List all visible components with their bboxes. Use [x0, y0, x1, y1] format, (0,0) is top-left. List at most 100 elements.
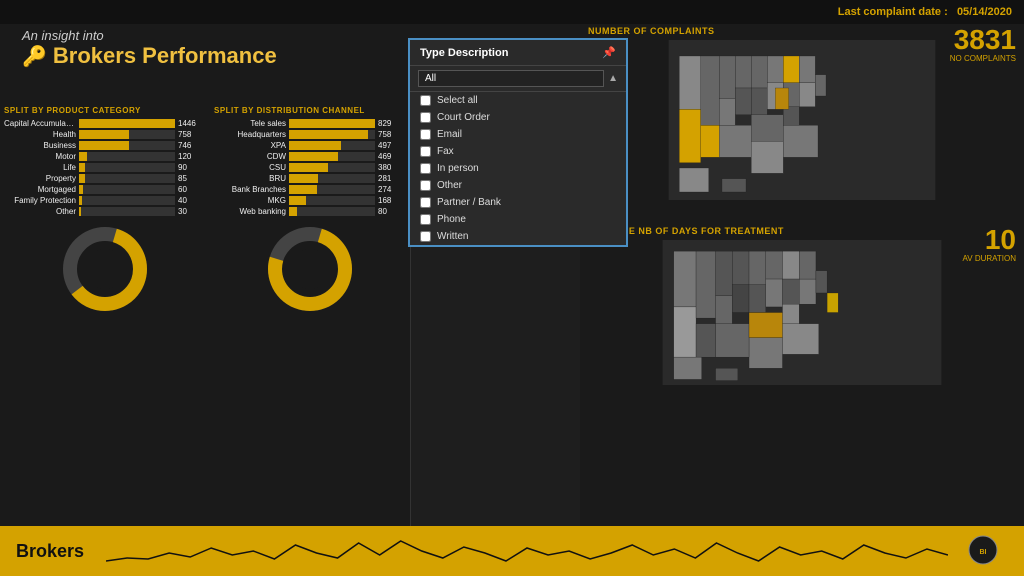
- dropdown-item-label: Select all: [437, 95, 478, 106]
- bottom-logo: BI: [958, 535, 1008, 567]
- dropdown-item[interactable]: Partner / Bank: [410, 194, 626, 211]
- complaints-label: NO COMPLAINTS: [950, 54, 1016, 63]
- dropdown-item[interactable]: Other: [410, 177, 626, 194]
- dropdown-search-row: ▲: [410, 66, 626, 92]
- dropdown-item-label: In person: [437, 163, 479, 174]
- dropdown-checkbox[interactable]: [420, 95, 431, 106]
- dist-bar-label: Web banking: [214, 207, 286, 216]
- dist-bar-fill: [289, 207, 297, 216]
- dropdown-item[interactable]: In person: [410, 160, 626, 177]
- dist-bar-fill: [289, 152, 338, 161]
- dropdown-checkbox[interactable]: [420, 231, 431, 242]
- pin-icon[interactable]: 📌: [602, 46, 616, 59]
- dropdown-item[interactable]: Phone: [410, 211, 626, 228]
- product-bar-row: Mortgaged 60: [4, 185, 206, 194]
- dropdown-item[interactable]: Select all: [410, 92, 626, 109]
- product-bar-fill: [79, 152, 87, 161]
- last-complaint-label: Last complaint date :: [838, 6, 948, 18]
- sparkline-chart: [106, 533, 948, 569]
- duration-map-title: AVERAGE NB OF DAYS FOR TREATMENT: [588, 226, 1016, 236]
- product-bar-value: 60: [178, 185, 206, 194]
- dist-bar-label: Tele sales: [214, 119, 286, 128]
- dropdown-item-label: Written: [437, 231, 469, 242]
- product-bar-row: Health 758: [4, 130, 206, 139]
- product-bar-value: 30: [178, 207, 206, 216]
- product-bar-track: [79, 174, 175, 183]
- product-bar-label: Mortgaged: [4, 185, 76, 194]
- product-bar-row: Motor 120: [4, 152, 206, 161]
- dropdown-checkbox[interactable]: [420, 146, 431, 157]
- product-bar-track: [79, 185, 175, 194]
- duration-number: 10: [963, 226, 1016, 254]
- right-donut-chart: [265, 224, 355, 314]
- dist-bar-fill: [289, 163, 328, 172]
- product-bar-track: [79, 152, 175, 161]
- complaints-stat: 3831 NO COMPLAINTS: [950, 26, 1016, 63]
- dropdown-checkbox[interactable]: [420, 197, 431, 208]
- product-bar-label: Health: [4, 130, 76, 139]
- product-bar-row: Other 30: [4, 207, 206, 216]
- product-bar-label: Family Protection: [4, 196, 76, 205]
- dist-bar-row: CDW 469: [214, 152, 406, 161]
- dist-bar-fill: [289, 141, 341, 150]
- dist-bar-value: 469: [378, 152, 406, 161]
- dropdown-item[interactable]: Fax: [410, 143, 626, 160]
- duration-stat: 10 AV DURATION: [963, 226, 1016, 263]
- dist-bar-track: [289, 141, 375, 150]
- dist-bar-track: [289, 207, 375, 216]
- dropdown-item-label: Other: [437, 180, 462, 191]
- dist-bar-fill: [289, 196, 306, 205]
- product-bar-track: [79, 196, 175, 205]
- dist-bar-value: 168: [378, 196, 406, 205]
- dropdown-item-label: Fax: [437, 146, 454, 157]
- product-bar-label: Other: [4, 207, 76, 216]
- dist-bar-row: MKG 168: [214, 196, 406, 205]
- dropdown-item[interactable]: Court Order: [410, 109, 626, 126]
- dist-bar-label: BRU: [214, 174, 286, 183]
- product-bar-track: [79, 130, 175, 139]
- complaints-number: 3831: [950, 26, 1016, 54]
- dropdown-checkbox[interactable]: [420, 112, 431, 123]
- dropdown-title: Type Description: [420, 47, 508, 59]
- product-bar-track: [79, 163, 175, 172]
- dist-bar-track: [289, 130, 375, 139]
- dropdown-item[interactable]: Written: [410, 228, 626, 245]
- dropdown-checkbox[interactable]: [420, 129, 431, 140]
- product-bar-row: Property 85: [4, 174, 206, 183]
- dropdown-item-label: Court Order: [437, 112, 490, 123]
- product-bar-value: 40: [178, 196, 206, 205]
- dist-bar-label: MKG: [214, 196, 286, 205]
- dropdown-checkbox[interactable]: [420, 214, 431, 225]
- dist-channel-title: SPLIT BY DISTRIBUTION CHANNEL: [214, 106, 406, 115]
- dropdown-item[interactable]: Email: [410, 126, 626, 143]
- dropdown-checkbox[interactable]: [420, 163, 431, 174]
- dist-bar-row: Tele sales 829: [214, 119, 406, 128]
- bottom-title: Brokers: [16, 541, 96, 562]
- dropdown-item-label: Partner / Bank: [437, 197, 501, 208]
- dist-bar-track: [289, 174, 375, 183]
- type-description-dropdown[interactable]: Type Description 📌 ▲ Select all Court Or…: [408, 38, 628, 247]
- product-category-section: SPLIT BY PRODUCT CATEGORY Capital Accumu…: [4, 106, 206, 216]
- product-bar-fill: [79, 119, 175, 128]
- product-bar-fill: [79, 207, 81, 216]
- product-bar-fill: [79, 163, 85, 172]
- product-bar-row: Business 746: [4, 141, 206, 150]
- left-donut-chart: [60, 224, 150, 314]
- complaints-map-section: NUMBER OF COMPLAINTS 3831 NO COMPLAINTS: [588, 26, 1016, 226]
- product-bar-track: [79, 119, 175, 128]
- product-bar-value: 746: [178, 141, 206, 150]
- product-bar-value: 120: [178, 152, 206, 161]
- product-bar-fill: [79, 174, 85, 183]
- dist-bar-fill: [289, 174, 318, 183]
- product-bar-fill: [79, 130, 129, 139]
- product-bar-row: Life 90: [4, 163, 206, 172]
- dropdown-search-input[interactable]: [418, 70, 604, 87]
- dropdown-chevron-icon: ▲: [608, 73, 618, 84]
- left-panel: SPLIT BY PRODUCT CATEGORY Capital Accumu…: [0, 18, 210, 526]
- dist-bar-row: Bank Branches 274: [214, 185, 406, 194]
- product-bar-fill: [79, 196, 82, 205]
- product-bar-value: 85: [178, 174, 206, 183]
- product-bar-track: [79, 207, 175, 216]
- left-donut: [4, 224, 206, 314]
- dropdown-checkbox[interactable]: [420, 180, 431, 191]
